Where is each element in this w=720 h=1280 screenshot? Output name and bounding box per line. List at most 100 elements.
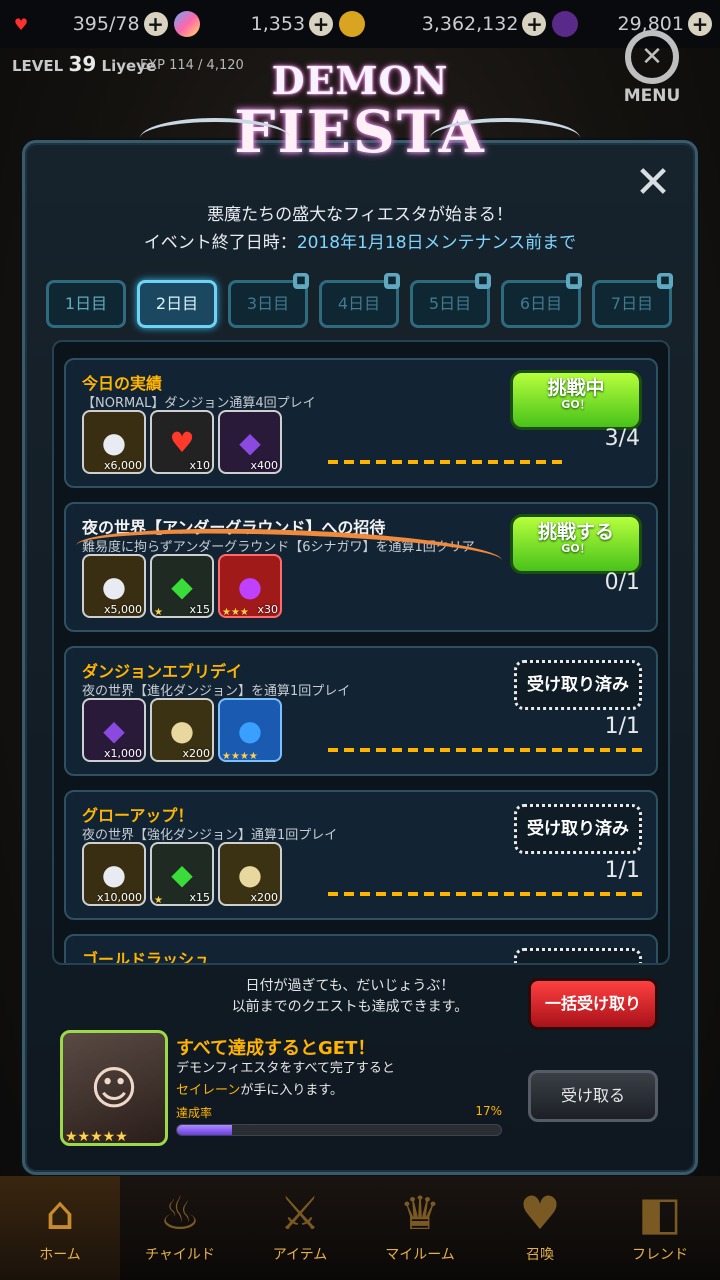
reward-count: x200 <box>182 747 210 760</box>
menu-label: MENU <box>623 86 681 106</box>
rarity-stars: ★★★★★ <box>65 1129 128 1145</box>
gold-coins-icon: ● x6,000 <box>82 410 146 474</box>
reward-count: x200 <box>250 891 278 904</box>
menu-button[interactable]: ✕ MENU <box>620 30 684 114</box>
nav-myroom[interactable]: ♛ マイルーム <box>360 1176 480 1280</box>
flame-icon: ♨ <box>159 1186 201 1240</box>
tab-day-1[interactable]: 1日目 <box>46 280 126 328</box>
green-gem-icon: ◆ x15 ★ <box>150 842 214 906</box>
go-button[interactable]: 挑戦中 GO！ <box>510 370 642 430</box>
heart-icon: ♥ x10 <box>150 410 214 474</box>
quest-progress: 3/4 <box>604 426 640 451</box>
nav-label: ホーム <box>39 1247 81 1263</box>
nav-label: アイテム <box>272 1247 328 1263</box>
rainbow-gem-icon <box>173 11 200 37</box>
gold-coins-icon: ● x10,000 <box>82 842 146 906</box>
quest-progress: 1/1 <box>604 714 640 739</box>
lock-icon: ■ <box>657 273 673 289</box>
quest-desc: 夜の世界【進化ダンジョン】を通算1回プレイ <box>82 684 351 699</box>
tab-label: 1日目 <box>64 294 108 313</box>
end-label: イベント終了日時： <box>143 233 297 253</box>
add-gold-button[interactable]: + <box>522 12 547 36</box>
lock-icon: ■ <box>475 273 491 289</box>
tab-label: 5日目 <box>428 294 472 313</box>
reward-count: x5,000 <box>103 603 142 616</box>
button-label: 挑戦する <box>537 521 614 543</box>
logo-ornament-right <box>430 118 580 158</box>
tab-label: 3日目 <box>246 294 290 313</box>
quest-card: グローアップ！ 夜の世界【強化ダンジョン】通算1回プレイ ● x10,000 ◆ x… <box>64 790 658 920</box>
tab-label: 7日目 <box>610 294 654 313</box>
reward-count: x6,000 <box>103 459 142 472</box>
purple-gem-icon: ◆ x400 <box>218 410 282 474</box>
heart-icon: ♥ <box>13 14 29 34</box>
button-sublabel: GO！ <box>561 398 591 411</box>
completion-rate: 達成率 17% <box>176 1104 502 1121</box>
nav-home[interactable]: ⌂ ホーム <box>0 1176 120 1280</box>
sword-shield-icon: ⚔ <box>279 1186 321 1240</box>
end-date: 2018年1月18日メンテナンス前まで <box>296 233 577 253</box>
nav-item[interactable]: ⚔ アイテム <box>240 1176 360 1280</box>
reward-desc-line-1: デモンフィエスタをすべて完了すると <box>176 1061 395 1076</box>
lock-icon: ■ <box>384 273 400 289</box>
friend-shield-icon: ◧ <box>638 1186 682 1240</box>
quest-progress: 1/1 <box>604 858 640 883</box>
claimed-button[interactable]: 受け取り済み <box>514 948 642 963</box>
summon-bottle-icon: ♥ <box>519 1186 561 1240</box>
tab-day-2[interactable]: 2日目 <box>137 280 217 328</box>
reward-desc: デモンフィエスタをすべて完了すると セイレーンが手に入ります。 <box>176 1058 395 1102</box>
claimed-button[interactable]: 受け取り済み <box>514 804 642 854</box>
button-sublabel: GO！ <box>561 542 591 555</box>
tab-day-7[interactable]: 7日目 ■ <box>592 273 673 328</box>
nav-friend[interactable]: ◧ フレンド <box>600 1176 720 1280</box>
gems-value: 1,353 <box>250 13 306 35</box>
claim-button[interactable]: 受け取る <box>528 1070 658 1122</box>
claim-all-button[interactable]: 一括受け取り <box>528 978 658 1030</box>
quest-desc: 【NORMAL】ダンジョン通算4回プレイ <box>82 396 316 411</box>
tab-day-3[interactable]: 3日目 ■ <box>228 273 309 328</box>
nav-label: マイルーム <box>385 1247 455 1263</box>
event-end-time: イベント終了日時：2018年1月18日メンテナンス前まで <box>0 228 720 253</box>
reward-name: セイレーン <box>176 1083 241 1098</box>
screen: { "status": { "stamina": "395/78", "gems… <box>0 0 720 1280</box>
quest-list[interactable]: 今日の実績 【NORMAL】ダンジョン通算4回プレイ ● x6,000 ♥ x10 … <box>52 340 670 965</box>
add-points-button[interactable]: + <box>687 12 712 36</box>
reward-count: x15 <box>189 603 210 616</box>
tab-day-4[interactable]: 4日目 ■ <box>319 273 400 328</box>
gems-resource: 1,353 + <box>173 7 334 41</box>
silver-coin-icon: ● x200 <box>218 842 282 906</box>
nav-summon[interactable]: ♥ 召喚 <box>480 1176 600 1280</box>
tab-day-6[interactable]: 6日目 ■ <box>501 273 582 328</box>
event-logo: DEMON FIESTA <box>140 58 580 190</box>
reward-count: x30 <box>257 603 278 616</box>
reward-desc-tail: が手に入ります。 <box>240 1083 344 1098</box>
nav-label: 召喚 <box>526 1247 554 1263</box>
add-stamina-button[interactable]: + <box>143 12 168 36</box>
reward-count: x10 <box>189 459 210 472</box>
quest-desc: 夜の世界【強化ダンジョン】通算1回プレイ <box>82 828 338 843</box>
event-intro: 悪魔たちの盛大なフィエスタが始まる！ <box>207 205 513 225</box>
quest-card: 今日の実績 【NORMAL】ダンジョン通算4回プレイ ● x6,000 ♥ x10 … <box>64 358 658 488</box>
lock-icon: ■ <box>566 273 582 289</box>
carryover-note: 日付が過ぎても、だいじょうぶ！ 以前までのクエストも達成できます。 <box>200 976 500 1018</box>
bottom-nav: ⌂ ホーム ♨ チャイルド ⚔ アイテム ♛ マイルーム ♥ 召喚 ◧ フレンド <box>0 1176 720 1280</box>
progress-bar <box>328 460 565 464</box>
tab-day-5[interactable]: 5日目 ■ <box>410 273 491 328</box>
note-line-2: 以前までのクエストも達成できます。 <box>231 999 469 1015</box>
nav-child[interactable]: ♨ チャイルド <box>120 1176 240 1280</box>
stamina-resource: ♥ 395/78 + <box>8 7 168 41</box>
tab-label: 6日目 <box>519 294 563 313</box>
reward-count: x1,000 <box>103 747 142 760</box>
claimed-button[interactable]: 受け取り済み <box>514 660 642 710</box>
level-label: LEVEL <box>12 57 64 75</box>
status-bar: ♥ 395/78 + 1,353 + 3,362,132 + 29,801 + <box>0 0 720 48</box>
reward-title: すべて達成するとGET！ <box>176 1038 376 1059</box>
progress-bar <box>328 748 644 752</box>
add-gems-button[interactable]: + <box>309 12 334 36</box>
go-button[interactable]: 挑戦する GO！ <box>510 514 642 574</box>
completion-bar <box>176 1124 502 1136</box>
completion-bar-fill <box>177 1125 233 1135</box>
quest-progress: 0/1 <box>604 570 640 595</box>
tab-label: 2日目 <box>155 294 199 313</box>
tab-label: 4日目 <box>337 294 381 313</box>
